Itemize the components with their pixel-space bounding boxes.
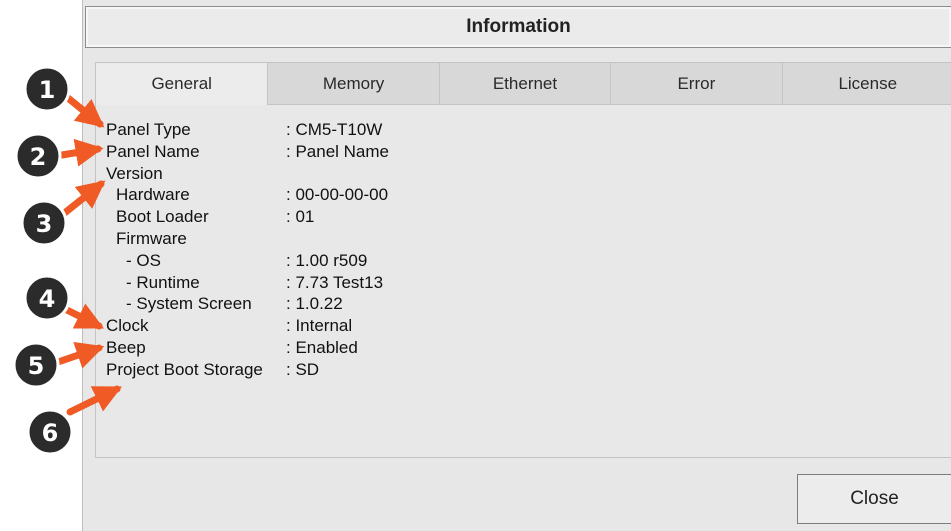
hardware-value: : 00-00-00-00 [286,185,389,205]
tab-panel: General Memory Ethernet Error License Pa… [95,62,951,458]
system-screen-label: - System Screen [126,294,252,314]
panel-type-value: : CM5-T10W [286,120,383,139]
general-info-list: Panel Type : CM5-T10W Panel Name : Panel… [106,119,389,381]
tab-memory[interactable]: Memory [267,63,439,105]
svg-text:4: 4 [39,285,56,313]
tab-bar: General Memory Ethernet Error License [96,63,951,105]
info-row-panel-name: Panel Name : Panel Name [106,141,389,163]
hardware-label: Hardware [116,185,190,205]
svg-text:5: 5 [28,352,45,380]
panel-name-value: : Panel Name [286,141,389,161]
svg-text:6: 6 [42,419,59,447]
dialog-title: Information [466,16,571,37]
beep-label: Beep [106,337,146,357]
os-value: : 1.00 r509 [286,250,368,270]
boot-loader-value: : 01 [286,207,315,227]
info-row-clock: Clock : Internal [106,315,389,337]
callout-badge-2: 2 [14,132,62,180]
info-row-runtime: - Runtime : 7.73 Test13 [106,272,389,294]
project-boot-storage-value: : SD [286,359,320,379]
callout-badge-5: 5 [12,341,60,389]
info-row-project-boot-storage: Project Boot Storage : SD [106,359,389,381]
callout-badge-4: 4 [23,274,71,322]
callout-badge-1: 1 [23,65,71,113]
boot-loader-label: Boot Loader [116,207,209,227]
information-dialog: Information General Memory Ethernet Erro… [82,0,951,531]
info-row-panel-type: Panel Type : CM5-T10W [106,119,389,141]
info-row-boot-loader: Boot Loader : 01 [106,206,389,228]
runtime-label: - Runtime [126,272,200,292]
svg-text:1: 1 [39,76,56,104]
beep-value: : Enabled [286,337,358,357]
tab-general[interactable]: General [96,63,268,105]
close-button[interactable]: Close [797,474,951,524]
callout-badge-3: 3 [20,199,68,247]
callout-badge-6: 6 [26,408,74,456]
panel-type-label: Panel Type [106,120,191,139]
info-row-os: - OS : 1.00 r509 [106,250,389,272]
project-boot-storage-label: Project Boot Storage [106,359,263,379]
tab-ethernet[interactable]: Ethernet [438,63,611,105]
runtime-value: : 7.73 Test13 [286,272,384,292]
dialog-title-bar: Information [85,6,951,48]
info-row-firmware: Firmware [106,228,389,250]
os-label: - OS [126,250,161,270]
firmware-label: Firmware [116,228,187,248]
clock-label: Clock [106,316,149,336]
info-row-system-screen: - System Screen : 1.0.22 [106,293,389,315]
svg-text:3: 3 [36,210,53,238]
svg-text:2: 2 [30,143,47,171]
info-row-hardware: Hardware : 00-00-00-00 [106,184,389,206]
info-row-version: Version [106,163,389,185]
panel-name-label: Panel Name [106,141,200,161]
tab-license[interactable]: License [781,63,951,105]
version-label: Version [106,163,163,183]
clock-value: : Internal [286,316,353,336]
tab-error[interactable]: Error [610,63,782,105]
info-row-beep: Beep : Enabled [106,337,389,359]
system-screen-value: : 1.0.22 [286,294,343,314]
